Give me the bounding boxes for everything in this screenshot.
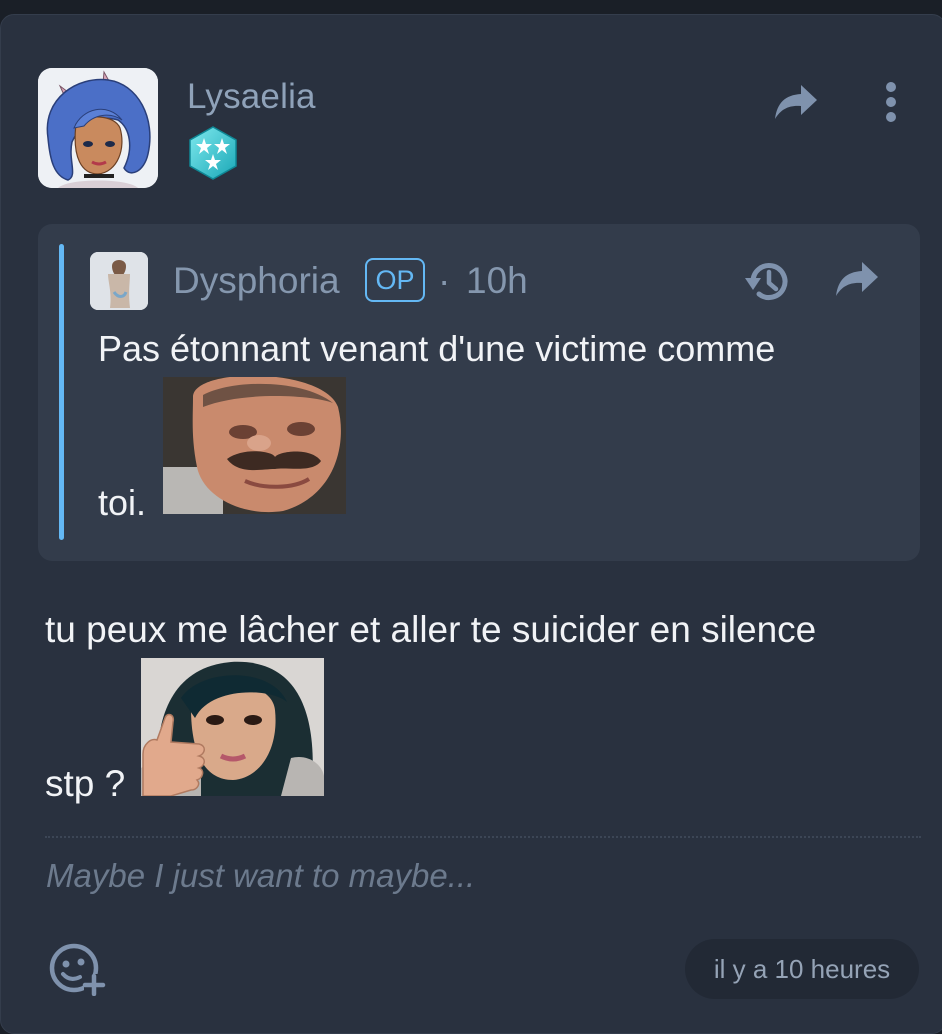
signature-divider [45,836,921,838]
quote-text-line1: Pas étonnant venant d'une victime comme [98,328,776,369]
more-vertical-icon[interactable] [873,77,909,127]
quote-accent-bar [59,244,64,540]
quote-timestamp: 10h [466,260,528,301]
crying-laughing-man-sticker [163,377,346,514]
author-name[interactable]: Lysaelia [187,77,316,117]
quote-text-line2: toi. [98,482,147,523]
post-timestamp[interactable]: il y a 10 heures [685,939,919,999]
girl-thumbs-up-sticker [141,658,324,796]
add-reaction-icon[interactable] [47,941,107,997]
post-card: Lysaelia Dysphoria OP · 10h Pas étonnant… [0,14,942,1034]
quoted-message[interactable]: Dysphoria OP · 10h Pas étonnant venant d… [38,224,920,561]
message-text-line1: tu peux me lâcher et aller te suicider e… [45,609,817,650]
history-icon[interactable] [738,254,800,310]
stars-hexagon-badge-icon [187,125,239,181]
message-text-line2: stp ? [45,763,126,804]
quote-author-name[interactable]: Dysphoria [173,260,340,302]
op-badge: OP [365,258,425,302]
author-avatar[interactable] [38,68,158,188]
separator-dot: · [438,260,451,301]
user-signature: Maybe I just want to maybe... [46,857,476,894]
share-icon[interactable] [771,79,821,125]
quote-share-icon[interactable] [832,256,882,302]
quote-author-avatar[interactable] [90,252,148,310]
